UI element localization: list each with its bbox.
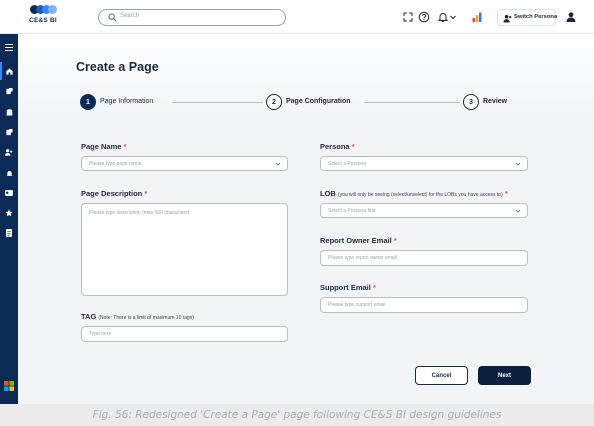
lob-label: LOB (you will only be seeing (select/uns… bbox=[320, 189, 508, 198]
tag-field[interactable]: Type here bbox=[81, 326, 288, 342]
page-name-placeholder: Please type page name bbox=[89, 161, 142, 167]
sidebar-item-data[interactable] bbox=[3, 106, 15, 118]
chevron-down-icon bbox=[275, 162, 281, 166]
stepper: 1 Page Information 2 Page Configuration … bbox=[76, 94, 516, 112]
chevron-down-icon[interactable] bbox=[449, 11, 457, 23]
microsoft-icon bbox=[4, 381, 14, 391]
sidebar-item-users[interactable] bbox=[3, 146, 15, 158]
sidebar-active-indicator bbox=[0, 62, 2, 80]
document-icon bbox=[6, 229, 12, 237]
persona-select[interactable]: Select a Persona bbox=[320, 156, 528, 171]
main-content: Create a Page 1 Page Information 2 Page … bbox=[18, 34, 594, 404]
user-icon bbox=[503, 14, 512, 23]
step-3-badge[interactable]: 3 bbox=[463, 94, 479, 110]
report-owner-email-label: Report Owner Email * bbox=[320, 236, 397, 245]
step-divider bbox=[172, 102, 263, 103]
expand-icon[interactable] bbox=[402, 11, 414, 23]
support-email-placeholder: Please type support email bbox=[328, 302, 386, 308]
sidebar-item-favorites[interactable] bbox=[3, 207, 15, 219]
cancel-button[interactable]: Cancel bbox=[415, 366, 468, 385]
chevron-down-icon bbox=[515, 209, 521, 213]
bell-icon bbox=[6, 170, 12, 176]
search-icon bbox=[108, 13, 117, 22]
microsoft-logo[interactable] bbox=[3, 380, 15, 392]
title-banner bbox=[18, 34, 594, 126]
sidebar-item-pages[interactable] bbox=[3, 126, 15, 138]
support-email-field[interactable]: Please type support email bbox=[320, 297, 528, 313]
step-2-label[interactable]: Page Configuration bbox=[286, 98, 351, 105]
sidebar-item-reports[interactable] bbox=[3, 85, 15, 97]
sidebar-item-notifications[interactable] bbox=[3, 167, 15, 179]
lob-placeholder: Select a Persona first bbox=[328, 208, 376, 214]
persona-placeholder: Select a Persona bbox=[328, 161, 367, 167]
sidebar-item-documents[interactable] bbox=[3, 227, 15, 239]
next-button[interactable]: Next bbox=[478, 366, 531, 385]
support-email-label: Support Email * bbox=[320, 283, 376, 292]
avatar-icon[interactable] bbox=[565, 11, 577, 23]
menu-toggle[interactable] bbox=[3, 41, 15, 53]
chevron-down-icon bbox=[515, 162, 521, 166]
menu-icon bbox=[5, 43, 13, 51]
report-owner-email-field[interactable]: Please type report owner email bbox=[320, 250, 528, 266]
chart-icon[interactable] bbox=[471, 11, 483, 23]
sidebar-item-id[interactable] bbox=[3, 187, 15, 199]
star-icon bbox=[5, 209, 13, 217]
pages-icon bbox=[5, 128, 13, 135]
step-1-label[interactable]: Page Information bbox=[100, 98, 153, 105]
page-name-label: Page Name * bbox=[81, 142, 127, 151]
home-icon bbox=[5, 67, 13, 75]
tag-placeholder: Type here bbox=[89, 331, 112, 337]
search-placeholder: Search bbox=[120, 13, 140, 19]
lob-select[interactable]: Select a Persona first bbox=[320, 203, 528, 218]
bell-icon[interactable] bbox=[437, 11, 449, 23]
users-icon bbox=[5, 148, 13, 156]
logo-text: CE&S BI bbox=[29, 17, 57, 24]
report-icon bbox=[5, 87, 13, 94]
database-icon bbox=[6, 108, 12, 115]
search-input[interactable]: Search bbox=[98, 9, 286, 26]
help-icon[interactable] bbox=[418, 11, 430, 23]
persona-label: Persona * bbox=[320, 142, 355, 151]
report-owner-email-placeholder: Please type report owner email bbox=[328, 255, 397, 261]
page-information-form: Page Name * Please type page name Page D… bbox=[73, 126, 585, 404]
page-name-field[interactable]: Please type page name bbox=[81, 156, 288, 171]
page-title: Create a Page bbox=[76, 60, 159, 74]
step-1-badge[interactable]: 1 bbox=[80, 94, 96, 110]
top-bar: CE&S BI Search Switch Persona bbox=[0, 0, 594, 34]
sidebar bbox=[0, 34, 18, 404]
id-card-icon bbox=[5, 190, 13, 196]
sidebar-item-home[interactable] bbox=[3, 65, 15, 77]
app-screen: CE&S BI Search Switch Persona Create a P… bbox=[0, 0, 594, 404]
switch-persona-button[interactable]: Switch Persona bbox=[497, 9, 558, 26]
step-3-label[interactable]: Review bbox=[483, 98, 507, 105]
step-divider bbox=[364, 102, 460, 103]
logo-mark bbox=[30, 5, 58, 15]
figure-caption: Fig. 56: Redesigned 'Create a Page' page… bbox=[92, 409, 502, 421]
switch-persona-label: Switch Persona bbox=[514, 14, 558, 20]
page-description-field[interactable]: Please type description (max 500 charact… bbox=[81, 203, 288, 296]
app-logo[interactable]: CE&S BI bbox=[26, 5, 60, 31]
tag-label: TAG (Note: There is a limit of maximum 1… bbox=[81, 312, 194, 321]
page-description-label: Page Description * bbox=[81, 189, 148, 198]
page-description-placeholder: Please type description (max 500 charact… bbox=[89, 210, 190, 216]
step-2-badge[interactable]: 2 bbox=[266, 94, 282, 110]
